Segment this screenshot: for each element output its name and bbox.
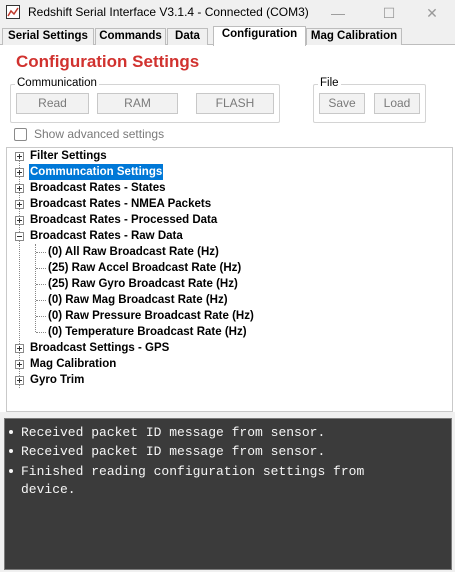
tree-child-label: (25) Raw Accel Broadcast Rate (Hz) <box>48 262 242 274</box>
expand-icon[interactable] <box>15 168 24 177</box>
minimize-icon[interactable]: — <box>315 0 361 26</box>
expand-icon[interactable] <box>15 360 24 369</box>
expand-icon[interactable] <box>15 200 24 209</box>
flash-button[interactable]: FLASH <box>196 93 274 114</box>
tree-item-label: Communcation Settings <box>29 164 164 180</box>
tree-item-communication-settings[interactable]: Communcation Settings <box>7 164 447 180</box>
expand-icon[interactable] <box>15 344 24 353</box>
console-log[interactable]: Received packet ID message from sensor. … <box>4 418 452 570</box>
tree-child-label: (0) Raw Mag Broadcast Rate (Hz) <box>48 294 228 306</box>
expand-icon[interactable] <box>15 216 24 225</box>
tree-item-broadcast-rates-raw[interactable]: Broadcast Rates - Raw Data <box>7 228 447 244</box>
read-button[interactable]: Read <box>16 93 89 114</box>
ram-button[interactable]: RAM <box>97 93 178 114</box>
tree-child-label: (0) All Raw Broadcast Rate (Hz) <box>48 246 219 258</box>
save-button[interactable]: Save <box>319 93 365 114</box>
tree-item-gyro-trim[interactable]: Gyro Trim <box>7 372 447 388</box>
window-title: Redshift Serial Interface V3.1.4 - Conne… <box>28 5 309 19</box>
bullet-icon <box>9 468 13 473</box>
log-text: Finished reading configuration settings … <box>21 464 365 479</box>
show-advanced-settings-label: Show advanced settings <box>34 127 165 141</box>
tree-item-filter-settings[interactable]: Filter Settings <box>7 148 447 164</box>
close-icon[interactable]: ✕ <box>409 0 455 26</box>
show-advanced-settings-checkbox[interactable] <box>14 128 27 141</box>
tree-item-label: Broadcast Rates - States <box>30 182 166 194</box>
tree-item-label: Mag Calibration <box>30 358 117 370</box>
tree-child-raw-accel[interactable]: (25) Raw Accel Broadcast Rate (Hz) <box>7 260 447 276</box>
tree-item-label: Broadcast Rates - Processed Data <box>30 214 218 226</box>
tree-item-mag-calibration[interactable]: Mag Calibration <box>7 356 447 372</box>
tree-item-broadcast-rates-states[interactable]: Broadcast Rates - States <box>7 180 447 196</box>
tree-item-broadcast-rates-nmea[interactable]: Broadcast Rates - NMEA Packets <box>7 196 447 212</box>
settings-tree[interactable]: Filter Settings Communcation Settings Br… <box>6 147 453 412</box>
communication-group-label: Communication <box>15 77 99 89</box>
tree-child-raw-gyro[interactable]: (25) Raw Gyro Broadcast Rate (Hz) <box>7 276 447 292</box>
tree-child-raw-pressure[interactable]: (0) Raw Pressure Broadcast Rate (Hz) <box>7 308 447 324</box>
file-group-label: File <box>318 77 341 89</box>
log-line: Received packet ID message from sensor. <box>9 423 325 442</box>
expand-icon[interactable] <box>15 376 24 385</box>
tree-item-label: Broadcast Rates - NMEA Packets <box>30 198 212 210</box>
log-text: Received packet ID message from sensor. <box>21 444 326 459</box>
configuration-panel: Configuration Settings Communication Rea… <box>0 45 455 412</box>
tree-item-broadcast-settings-gps[interactable]: Broadcast Settings - GPS <box>7 340 447 356</box>
tab-configuration[interactable]: Configuration <box>213 26 306 46</box>
tree-child-temperature[interactable]: (0) Temperature Broadcast Rate (Hz) <box>7 324 447 340</box>
log-line-continuation: device. <box>21 480 76 499</box>
tree-child-all-raw[interactable]: (0) All Raw Broadcast Rate (Hz) <box>7 244 447 260</box>
log-text: device. <box>21 482 76 497</box>
tree-child-label: (0) Raw Pressure Broadcast Rate (Hz) <box>48 310 254 322</box>
expand-icon[interactable] <box>15 184 24 193</box>
tree-item-label: Broadcast Settings - GPS <box>30 342 170 354</box>
title-bar: Redshift Serial Interface V3.1.4 - Conne… <box>0 0 455 26</box>
tab-mag-calibration[interactable]: Mag Calibration <box>306 28 402 45</box>
log-line: Received packet ID message from sensor. <box>9 442 325 461</box>
load-button[interactable]: Load <box>374 93 420 114</box>
tab-serial-settings[interactable]: Serial Settings <box>2 28 94 45</box>
expand-icon[interactable] <box>15 152 24 161</box>
tree-item-broadcast-rates-processed[interactable]: Broadcast Rates - Processed Data <box>7 212 447 228</box>
tab-bar: Serial Settings Commands Data Configurat… <box>0 26 455 46</box>
log-text: Received packet ID message from sensor. <box>21 425 326 440</box>
tree-child-label: (0) Temperature Broadcast Rate (Hz) <box>48 326 247 338</box>
bullet-icon <box>9 448 13 453</box>
tab-commands[interactable]: Commands <box>95 28 166 45</box>
tab-data[interactable]: Data <box>167 28 208 45</box>
communication-group: Communication Read RAM FLASH <box>10 77 280 123</box>
collapse-icon[interactable] <box>15 232 24 241</box>
log-line: Finished reading configuration settings … <box>9 462 364 481</box>
file-group: File Save Load <box>313 77 426 123</box>
tree-item-label: Gyro Trim <box>30 374 85 386</box>
tree-item-label: Broadcast Rates - Raw Data <box>30 230 183 242</box>
page-title: Configuration Settings <box>16 52 200 71</box>
bullet-icon <box>9 429 13 434</box>
app-icon <box>6 5 20 19</box>
tree-child-raw-mag[interactable]: (0) Raw Mag Broadcast Rate (Hz) <box>7 292 447 308</box>
maximize-icon[interactable]: ☐ <box>366 0 412 26</box>
tree-child-label: (25) Raw Gyro Broadcast Rate (Hz) <box>48 278 238 290</box>
tree-item-label: Filter Settings <box>30 150 107 162</box>
